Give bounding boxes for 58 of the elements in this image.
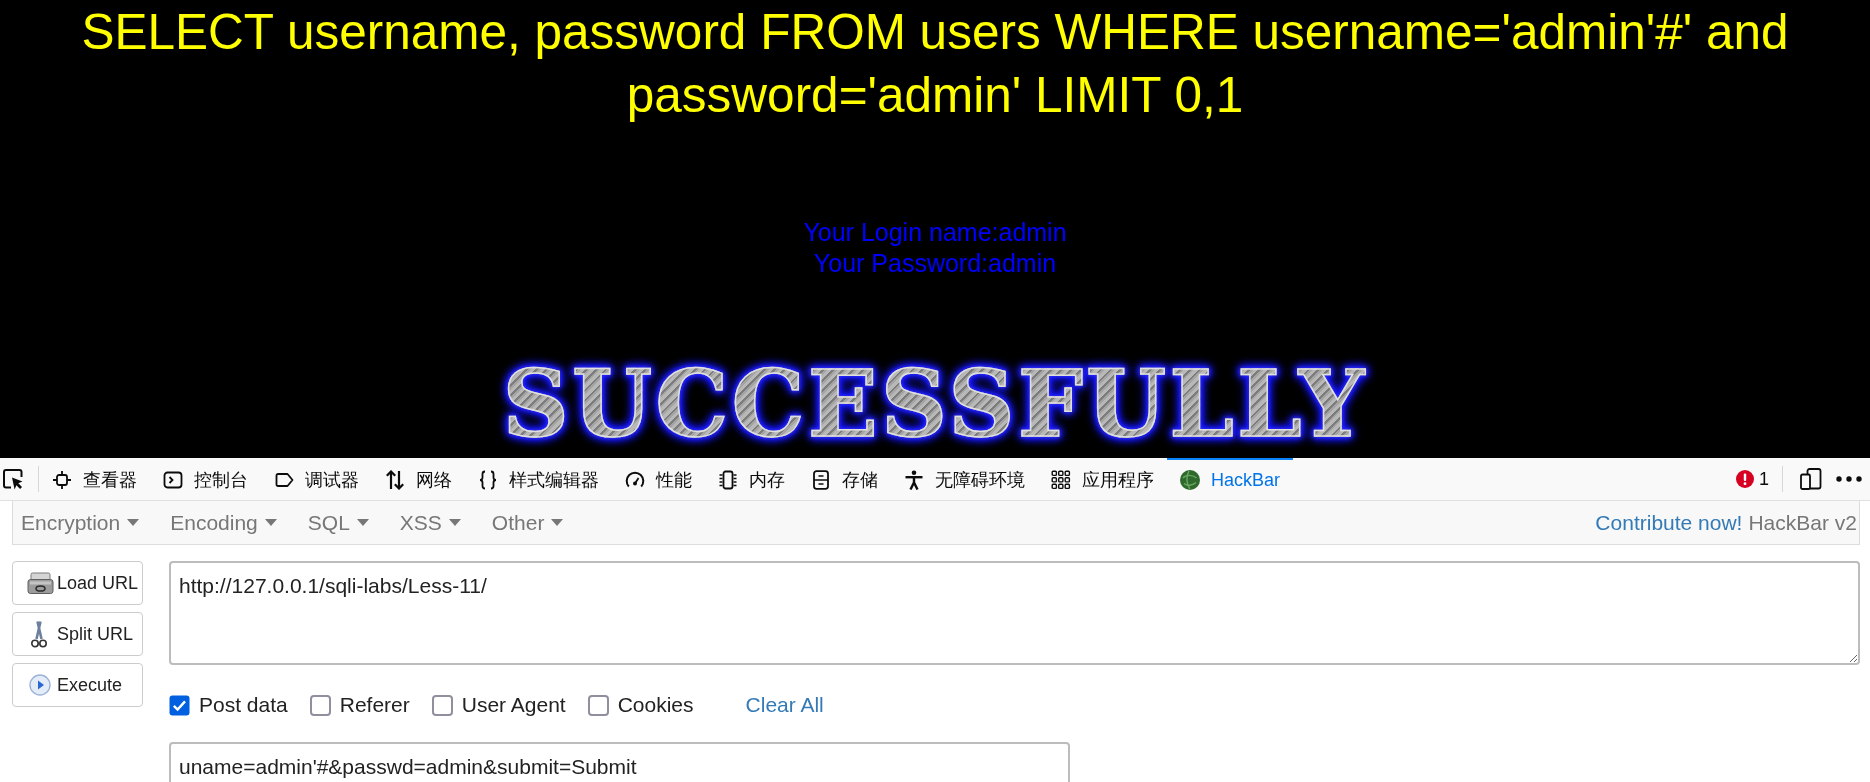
drive-icon [27,571,54,595]
sql-query-text: SELECT username, password FROM users WHERE username='admin'#' and password='admin' LIMIT 0,1 [80,3,1790,124]
devtools-tab[interactable]: 内存 [705,458,798,500]
version-text: HackBar v2 [1748,510,1857,535]
checkbox[interactable] [431,694,453,716]
clear-all-link[interactable]: Clear All [745,693,824,717]
caret-icon [448,519,461,526]
tag-icon [274,470,294,490]
checkbox-label[interactable]: User Agent [461,693,566,717]
caret-icon [264,519,277,526]
devtools-tab[interactable]: 控制台 [150,458,261,500]
devtools-tab[interactable]: 网络 [372,458,465,500]
gauge-icon [625,470,645,490]
contribute-link[interactable]: Contribute now! [1595,510,1743,535]
load-url-button[interactable]: Load URL [12,561,143,605]
checkbox[interactable] [169,694,190,716]
checkbox-label[interactable]: Referer [339,693,410,717]
menu-dropdown[interactable]: Encryption [21,510,140,535]
play-icon [29,674,51,696]
devices-icon[interactable] [1800,468,1822,490]
login-info-text: Your Login name:admin [803,217,1067,248]
globe-icon [1180,470,1200,490]
devtools-tab[interactable]: 无障碍环境 [891,458,1038,500]
checkbox-label[interactable]: Cookies [617,693,694,717]
login-info-text: Your Password:admin [813,248,1057,279]
post-data-field[interactable]: uname=admin'#&passwd=admin&submit=Submit [169,742,1070,782]
caret-icon [551,519,564,526]
devtools-tab[interactable]: 性能 [612,458,705,500]
devtools-tab[interactable]: 查看器 [39,458,150,500]
scissors-icon [31,620,47,648]
person-icon [904,470,924,490]
error-count-button[interactable]: 1 [1736,468,1769,490]
caret-icon [356,519,369,526]
braces-icon [478,470,498,490]
target-square-icon [52,470,72,490]
chip-icon [718,470,738,490]
checkbox-label[interactable]: Post data [199,693,288,717]
url-field[interactable]: http://127.0.0.1/sqli-labs/Less-11/ [169,561,1860,665]
checkbox[interactable] [587,694,609,716]
alert-icon [1736,470,1754,488]
devtools-tab[interactable]: 调试器 [261,458,372,500]
terminal-icon [163,470,183,490]
element-picker-icon[interactable] [2,468,24,490]
menu-dropdown[interactable]: Other [491,510,564,535]
split-url-button[interactable]: Split URL [12,612,143,656]
grid-icon [1051,470,1071,490]
caret-icon [127,519,140,526]
devtools-tab[interactable]: 存储 [798,458,891,500]
menu-dropdown[interactable]: XSS [399,510,461,535]
up-down-arrows-icon [385,470,405,490]
more-icon[interactable] [1836,476,1862,482]
execute-button[interactable]: Execute [12,663,143,707]
menu-dropdown[interactable]: Encoding [170,510,277,535]
cabinet-icon [811,470,831,490]
devtools-tab[interactable]: 样式编辑器 [465,458,612,500]
devtools-tab[interactable]: 应用程序 [1038,458,1167,500]
menu-dropdown[interactable]: SQL [307,510,369,535]
checkbox[interactable] [309,694,331,716]
